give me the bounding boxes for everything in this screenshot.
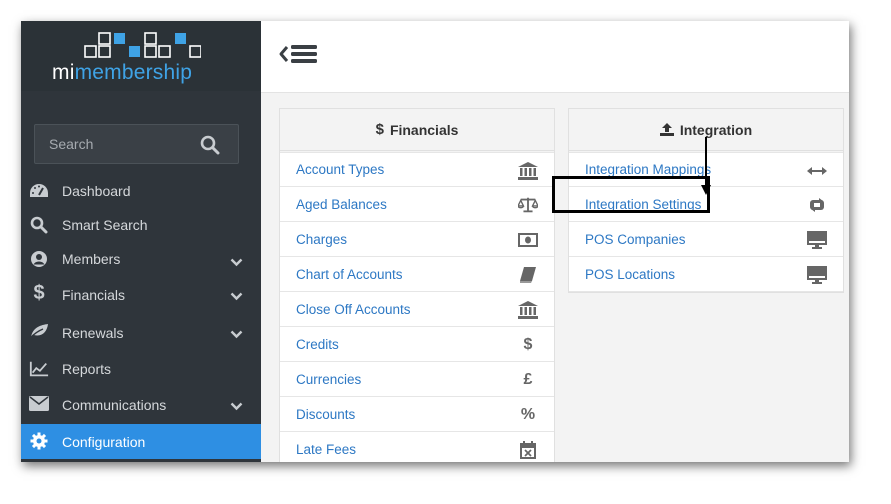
dollar-icon: $ xyxy=(33,281,45,304)
main-content: $ Financials Account Types Aged Balances… xyxy=(261,21,849,462)
annotation-arrow xyxy=(701,137,711,195)
list-item-label[interactable]: Credits xyxy=(296,337,339,352)
list-item-label[interactable]: Account Types xyxy=(296,162,384,177)
search-icon[interactable] xyxy=(200,135,220,160)
logo[interactable]: mimembership xyxy=(21,21,261,91)
logo-squares-icon xyxy=(84,32,201,58)
calendar-times-icon xyxy=(518,441,538,459)
nav-label: Communications xyxy=(62,397,167,413)
desktop-icon xyxy=(807,266,827,284)
sidebar: mimembership Dashboard Smart Search xyxy=(21,21,261,462)
list-item-label[interactable]: Integration Settings xyxy=(585,197,701,212)
panel-title: Integration xyxy=(679,121,753,138)
nav-label: Dashboard xyxy=(62,183,131,199)
percent-icon: % xyxy=(520,406,536,423)
upload-icon xyxy=(659,123,674,136)
gear-icon xyxy=(29,432,49,450)
nav-item-smart-search[interactable]: Smart Search xyxy=(21,208,261,242)
list-item-chart-of-accounts[interactable]: Chart of Accounts xyxy=(280,257,554,292)
nav-label: Reports xyxy=(62,361,112,377)
list-item-late-fees[interactable]: Late Fees xyxy=(280,432,554,462)
panel-title: Financials xyxy=(389,121,459,138)
integration-panel: Integration Integration Mappings Integra… xyxy=(568,108,844,293)
financials-list: Account Types Aged Balances Charges Char… xyxy=(280,151,554,462)
search-icon xyxy=(29,216,49,234)
nav-label: Financials xyxy=(62,287,126,303)
envelope-icon xyxy=(29,394,49,412)
book-icon xyxy=(518,266,538,284)
search-input[interactable] xyxy=(35,125,195,163)
logo-prefix: mi xyxy=(52,61,75,84)
chevron-down-icon[interactable] xyxy=(230,326,243,342)
bank-icon xyxy=(518,301,538,319)
dollar-icon: $ xyxy=(523,336,533,353)
list-item-label[interactable]: Close Off Accounts xyxy=(296,302,411,317)
nav-label: Members xyxy=(62,251,121,267)
sidebar-nav: Dashboard Smart Search Members $ Financi… xyxy=(21,174,261,459)
list-item-currencies[interactable]: Currencies £ xyxy=(280,362,554,397)
list-item-label[interactable]: Aged Balances xyxy=(296,197,387,212)
chevron-down-icon[interactable] xyxy=(230,254,243,270)
pound-icon: £ xyxy=(523,371,533,388)
list-item-discounts[interactable]: Discounts % xyxy=(280,397,554,432)
topbar xyxy=(261,21,849,93)
nav-item-members[interactable]: Members xyxy=(21,242,261,276)
nav-item-reports[interactable]: Reports xyxy=(21,352,261,386)
menu-toggle-icon[interactable] xyxy=(279,42,319,71)
chevron-down-icon[interactable] xyxy=(230,288,243,304)
line-chart-icon xyxy=(29,360,49,378)
nav-item-configuration[interactable]: Configuration xyxy=(21,424,261,459)
list-item-label[interactable]: Charges xyxy=(296,232,347,247)
nav-item-communications[interactable]: Communications xyxy=(21,386,261,424)
list-item-label[interactable]: Integration Mappings xyxy=(585,162,711,177)
sidebar-search xyxy=(34,124,239,164)
nav-item-dashboard[interactable]: Dashboard xyxy=(21,174,261,208)
dashboard-icon xyxy=(29,182,49,200)
money-icon xyxy=(518,231,538,249)
list-item-charges[interactable]: Charges xyxy=(280,222,554,257)
nav-label: Configuration xyxy=(62,433,146,450)
list-item-close-off-accounts[interactable]: Close Off Accounts xyxy=(280,292,554,327)
list-item-label[interactable]: POS Locations xyxy=(585,267,675,282)
list-item-account-types[interactable]: Account Types xyxy=(280,152,554,187)
nav-item-financials[interactable]: $ Financials xyxy=(21,276,261,314)
list-item-label[interactable]: Discounts xyxy=(296,407,355,422)
list-item-label[interactable]: Currencies xyxy=(296,372,361,387)
arrows-h-icon xyxy=(807,162,827,180)
list-item-pos-locations[interactable]: POS Locations xyxy=(569,257,843,292)
exchange-icon xyxy=(807,196,827,214)
list-item-aged-balances[interactable]: Aged Balances xyxy=(280,187,554,222)
list-item-label[interactable]: POS Companies xyxy=(585,232,686,247)
list-item-label[interactable]: Late Fees xyxy=(296,442,356,457)
nav-label: Smart Search xyxy=(62,217,148,233)
app-window: mimembership Dashboard Smart Search xyxy=(21,21,849,462)
bank-icon xyxy=(518,162,538,180)
desktop-icon xyxy=(807,231,827,249)
balance-scale-icon xyxy=(518,196,538,214)
list-item-credits[interactable]: Credits $ xyxy=(280,327,554,362)
user-circle-icon xyxy=(29,250,49,268)
list-item-label[interactable]: Chart of Accounts xyxy=(296,267,403,282)
dollar-icon: $ xyxy=(375,121,384,138)
nav-label: Renewals xyxy=(62,325,124,341)
chevron-down-icon[interactable] xyxy=(230,398,243,414)
list-item-pos-companies[interactable]: POS Companies xyxy=(569,222,843,257)
logo-text: mimembership xyxy=(52,61,192,85)
leaf-icon xyxy=(29,322,49,340)
financials-panel: $ Financials Account Types Aged Balances… xyxy=(279,108,555,462)
nav-item-renewals[interactable]: Renewals xyxy=(21,314,261,352)
financials-panel-header: $ Financials xyxy=(280,109,554,151)
logo-brand: membership xyxy=(74,61,193,84)
